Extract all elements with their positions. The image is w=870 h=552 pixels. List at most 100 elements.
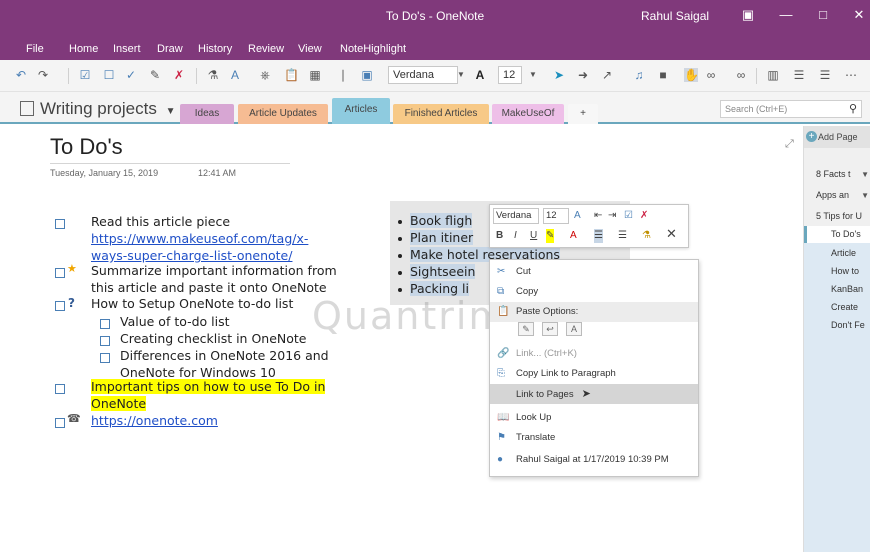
paste-icon[interactable]: 📋 <box>284 68 299 82</box>
todo-text[interactable]: Summarize important information from <box>91 263 337 278</box>
close-icon[interactable]: ✕ <box>846 6 870 24</box>
tab-ideas[interactable]: Ideas <box>180 104 234 124</box>
menu-draw[interactable]: Draw <box>157 43 183 55</box>
underline-icon[interactable]: U <box>530 229 537 243</box>
mini-font-select[interactable]: Verdana <box>493 208 539 224</box>
grow-font-icon[interactable]: A <box>574 209 581 223</box>
text-effect-icon[interactable]: A <box>228 68 242 82</box>
todo-text[interactable]: Creating checklist in OneNote <box>120 331 307 346</box>
todo-checkbox[interactable] <box>100 319 110 329</box>
menu-history[interactable]: History <box>198 43 232 55</box>
format-painter-icon[interactable]: ⚗ <box>206 68 220 82</box>
todo-text[interactable]: Read this article piece <box>91 214 230 229</box>
tab-makeuseof[interactable]: MakeUseOf <box>492 104 564 124</box>
menu-item-link-to-pages[interactable]: Link to Pages ➤ <box>490 384 698 404</box>
table-icon[interactable]: ▦ <box>308 68 322 82</box>
menu-item-cut[interactable]: ✂ Cut <box>490 262 698 282</box>
tab-articles[interactable]: Articles <box>332 98 390 124</box>
todo-link[interactable]: https://onenote.com <box>91 413 218 428</box>
todo-text[interactable]: this article and paste it onto OneNote <box>91 280 327 295</box>
chevron-down-icon[interactable]: ▼ <box>861 187 869 204</box>
font-color-icon[interactable]: A <box>473 68 487 82</box>
menu-review[interactable]: Review <box>248 43 284 55</box>
send-icon[interactable]: ➤ <box>552 68 566 82</box>
font-size-select[interactable]: 12 <box>498 66 522 84</box>
page-list-item[interactable]: Article <box>804 245 870 262</box>
indent-icon[interactable]: ⇥ <box>608 209 616 223</box>
close-icon[interactable]: ✕ <box>666 227 677 241</box>
todo-text[interactable]: Value of to-do list <box>120 314 230 329</box>
todo-checkbox[interactable] <box>55 384 65 394</box>
menu-insert[interactable]: Insert <box>113 43 141 55</box>
user-name[interactable]: Rahul Saigal <box>641 9 709 23</box>
ribbon-display-icon[interactable]: ▣ <box>735 6 761 24</box>
copy-format-icon[interactable]: ⎈ <box>258 68 272 82</box>
maximize-icon[interactable]: □ <box>810 6 836 24</box>
equation-icon[interactable]: ∞ <box>704 68 718 82</box>
expand-icon[interactable]: ⤢ <box>785 138 794 151</box>
todo-link[interactable]: ways-super-charge-list-onenote/ <box>91 248 292 263</box>
page-list-item[interactable]: Apps an ▼ <box>804 187 870 204</box>
numbering-icon[interactable]: ☰ <box>618 229 627 243</box>
page-list-item[interactable]: How to <box>804 263 870 280</box>
todo-checkbox[interactable] <box>55 418 65 428</box>
dictate-icon[interactable]: ♫ <box>632 68 646 82</box>
tab-article-updates[interactable]: Article Updates <box>238 104 328 124</box>
infinity-icon[interactable]: ∞ <box>734 68 748 82</box>
font-color-icon[interactable]: A <box>570 229 577 243</box>
notebook-selector[interactable]: Writing projects ▼ <box>20 99 175 119</box>
attach-icon[interactable]: ∣ <box>336 68 350 82</box>
page-list-item[interactable]: KanBan <box>804 281 870 298</box>
menu-file[interactable]: File <box>26 43 44 55</box>
chevron-down-icon[interactable]: ▼ <box>861 166 869 183</box>
mini-size-select[interactable]: 12 <box>543 208 569 224</box>
todo-checkbox[interactable] <box>100 336 110 346</box>
bold-icon[interactable]: B <box>496 229 503 243</box>
paste-merge-icon[interactable]: ↩ <box>542 322 558 336</box>
paste-keep-format-icon[interactable]: ✎ <box>518 322 534 336</box>
todo-link[interactable]: https://www.makeuseof.com/tag/x- <box>91 231 308 246</box>
todo-text-highlighted[interactable]: OneNote <box>91 396 147 411</box>
square-icon[interactable]: ■ <box>656 68 670 82</box>
paste-text-only-icon[interactable]: A <box>566 322 582 336</box>
clear-icon[interactable]: ✗ <box>640 209 648 223</box>
format-painter-icon[interactable]: ⚗ <box>642 229 651 243</box>
todo-text[interactable]: OneNote for Windows 10 <box>120 365 276 380</box>
page-title[interactable]: To Do's <box>50 134 123 160</box>
arrow-right-icon[interactable]: ➜ <box>576 68 590 82</box>
checklist-icon[interactable]: ☐ <box>102 68 116 82</box>
page-list-item-active[interactable]: To Do's <box>804 226 870 243</box>
bullets-icon[interactable]: ☰ <box>594 229 603 243</box>
todo-checkbox[interactable] <box>100 353 110 363</box>
menu-item-link[interactable]: 🔗 Link... (Ctrl+K) <box>490 344 698 364</box>
tab-finished-articles[interactable]: Finished Articles <box>393 104 489 124</box>
list-item[interactable]: Book fligh <box>398 213 473 228</box>
menu-item-translate[interactable]: ⚑ Translate <box>490 428 698 448</box>
font-family-select[interactable]: Verdana <box>388 66 458 84</box>
add-page-button[interactable]: + Add Page <box>804 126 870 148</box>
menu-notehighlight[interactable]: NoteHighlight <box>340 43 406 55</box>
page-list-item[interactable]: 5 Tips for U <box>804 208 870 225</box>
italic-icon[interactable]: I <box>514 229 517 243</box>
minimize-icon[interactable]: — <box>773 6 799 24</box>
pin-icon[interactable]: ✋ <box>684 68 699 82</box>
layout-icon[interactable]: ▥ <box>766 68 780 82</box>
menu-item-lookup[interactable]: 📖 Look Up <box>490 408 698 428</box>
search-input[interactable]: Search (Ctrl+E) ⚲ <box>720 100 862 118</box>
page-list-item[interactable]: Don't Fe <box>804 317 870 334</box>
todo-checkbox[interactable] <box>55 268 65 278</box>
todo-tag-icon[interactable]: ☑ <box>78 68 92 82</box>
search-icon[interactable]: ⚲ <box>849 101 857 117</box>
add-section-button[interactable]: + <box>568 104 598 124</box>
todo-text-highlighted[interactable]: Important tips on how to use To Do in <box>91 379 326 394</box>
chevron-down-icon[interactable]: ▼ <box>454 68 468 82</box>
page-list-item[interactable]: 8 Facts t ▼ <box>804 166 870 183</box>
outdent-icon[interactable]: ⇤ <box>594 209 602 223</box>
more-icon[interactable]: ⋯ <box>844 68 858 82</box>
undo-icon[interactable]: ↶ <box>14 68 28 82</box>
page-list-item[interactable]: Create <box>804 299 870 316</box>
todo-text[interactable]: Differences in OneNote 2016 and <box>120 348 329 363</box>
list-item[interactable]: Plan itiner <box>398 230 474 245</box>
menu-view[interactable]: View <box>298 43 322 55</box>
todo-text[interactable]: How to Setup OneNote to-do list <box>91 296 293 311</box>
